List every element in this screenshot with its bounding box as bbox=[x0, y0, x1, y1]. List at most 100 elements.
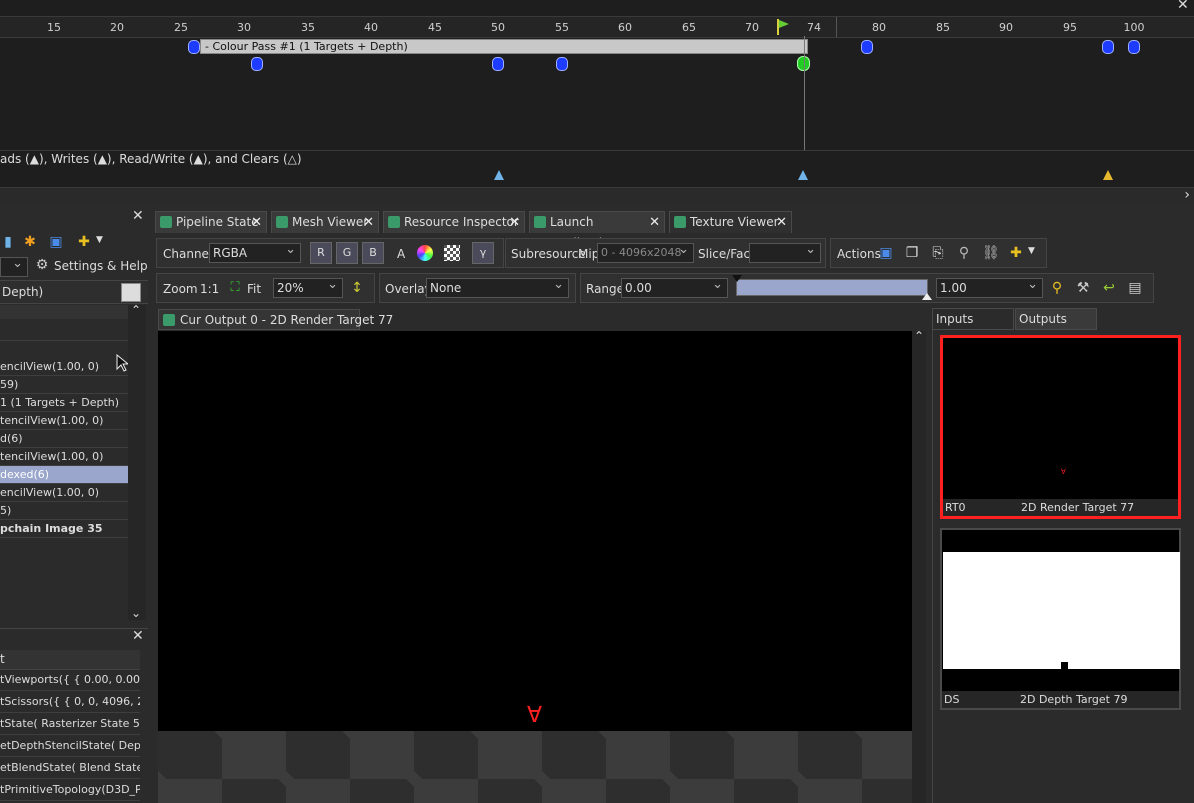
scroll-up-icon[interactable]: ⌃ bbox=[131, 303, 141, 317]
list-item[interactable]: 59) bbox=[0, 376, 128, 394]
extension-icon[interactable]: ✚ bbox=[76, 234, 92, 250]
list-item[interactable]: encilView(1.00, 0) bbox=[0, 484, 128, 502]
tab-pipeline-state[interactable]: Pipeline State ✕ bbox=[155, 211, 267, 233]
range-max-handle[interactable] bbox=[922, 293, 932, 300]
color-wheel-icon[interactable] bbox=[417, 245, 433, 261]
green-channel-toggle[interactable]: G bbox=[336, 242, 358, 264]
tab-inputs[interactable]: Inputs bbox=[932, 308, 1014, 330]
close-icon[interactable]: ✕ bbox=[509, 212, 520, 233]
list-item[interactable]: encilView(1.00, 0) bbox=[0, 358, 128, 376]
save-texture-icon[interactable]: ▣ bbox=[878, 245, 894, 261]
viewport-scrollbar[interactable]: ⌃ bbox=[912, 329, 926, 803]
event-list-scrollbar[interactable]: ⌃ ⌄ bbox=[128, 303, 146, 620]
ruler-tick: 45 bbox=[428, 21, 442, 34]
tab-texture-viewer[interactable]: Texture Viewer ✕ bbox=[669, 211, 792, 233]
timeline-ruler[interactable]: 15 20 25 30 35 40 45 50 55 60 65 70 74 8… bbox=[0, 16, 1194, 38]
tab-cur-output[interactable]: Cur Output 0 - 2D Render Target 77 bbox=[158, 309, 393, 330]
range-min-input[interactable]: 0.00 bbox=[621, 276, 728, 298]
gamma-toggle[interactable]: γ bbox=[472, 242, 494, 264]
gear-icon[interactable]: ⚙ bbox=[34, 257, 50, 273]
api-call-row[interactable]: etDepthStencilState( Depth-S bbox=[0, 735, 140, 757]
output-thumbnail-ds[interactable]: DS 2D Depth Target 79 bbox=[940, 528, 1181, 710]
write-marker-icon[interactable] bbox=[798, 170, 808, 180]
settings-help-button[interactable]: Settings & Help bbox=[54, 259, 148, 273]
columns-icon[interactable]: ▮ bbox=[0, 234, 16, 250]
filter-dropdown[interactable] bbox=[0, 255, 28, 277]
list-item[interactable]: 1 (1 Targets + Depth) bbox=[0, 394, 128, 412]
overlay-dropdown[interactable]: None bbox=[426, 276, 569, 298]
tab-mesh-viewer[interactable]: Mesh Viewer ✕ bbox=[271, 211, 379, 233]
event-list[interactable]: encilView(1.00, 0) 59) 1 (1 Targets + De… bbox=[0, 320, 128, 620]
flip-vertical-icon[interactable]: ↕ bbox=[349, 280, 365, 296]
edit-filter-icon[interactable] bbox=[121, 283, 141, 302]
tab-launch-application[interactable]: Launch Application✕ bbox=[529, 211, 665, 250]
zoom-range-icon[interactable]: ⚲ bbox=[1049, 280, 1065, 296]
api-inspector-close-icon[interactable]: ✕ bbox=[132, 628, 144, 644]
settings-burst-icon[interactable]: ✱ bbox=[22, 234, 38, 250]
subresource-label: Subresource bbox=[511, 247, 586, 261]
output-thumbnail-rt0[interactable]: ∀ RT0 2D Render Target 77 bbox=[940, 335, 1181, 519]
api-call-row[interactable]: tScissors({ { 0, 0, 4096, 2... bbox=[0, 691, 140, 713]
alpha-channel-toggle[interactable]: A bbox=[397, 247, 405, 261]
range-histogram-slider[interactable] bbox=[732, 275, 932, 300]
red-channel-toggle[interactable]: R bbox=[310, 242, 332, 264]
event-node[interactable] bbox=[861, 40, 873, 54]
list-item[interactable]: pchain Image 35 bbox=[0, 520, 128, 538]
api-call-row[interactable]: tState( Rasterizer State 5 bbox=[0, 713, 140, 735]
api-call-row[interactable]: etBlendState( Blend State 7 bbox=[0, 757, 140, 779]
event-node[interactable] bbox=[492, 57, 504, 71]
close-icon[interactable]: ✕ bbox=[649, 212, 660, 233]
timeline-scrollbar[interactable]: › bbox=[0, 187, 1194, 206]
read-write-marker-icon[interactable] bbox=[1103, 170, 1113, 180]
fit-button[interactable]: Fit bbox=[247, 282, 261, 296]
api-call-list[interactable]: tViewports({ { 0.00, 0.00,... tScissors(… bbox=[0, 652, 140, 803]
zoom-dropdown[interactable]: 20% bbox=[273, 276, 343, 298]
list-item[interactable]: 5) bbox=[0, 502, 128, 520]
range-min-handle[interactable] bbox=[732, 275, 742, 282]
scroll-up-icon[interactable]: ⌃ bbox=[914, 329, 924, 343]
channels-dropdown[interactable]: RGBA bbox=[209, 241, 301, 263]
binoculars-icon[interactable]: ⚲ bbox=[956, 245, 972, 261]
chevron-down-icon[interactable]: ▼ bbox=[96, 235, 103, 245]
extension-icon[interactable]: ✚ bbox=[1008, 245, 1024, 261]
blue-channel-toggle[interactable]: B bbox=[362, 242, 384, 264]
colour-pass-marker[interactable]: - Colour Pass #1 (1 Targets + Depth) bbox=[200, 39, 808, 54]
slice-face-dropdown[interactable] bbox=[749, 241, 821, 263]
auto-fit-wand-icon[interactable]: ⚒ bbox=[1075, 280, 1091, 296]
event-browser-close-icon[interactable]: ✕ bbox=[132, 208, 144, 224]
event-node[interactable] bbox=[251, 57, 263, 71]
close-icon[interactable]: ✕ bbox=[363, 212, 374, 233]
list-item[interactable]: tencilView(1.00, 0) bbox=[0, 412, 128, 430]
copy-icon[interactable]: ❐ bbox=[904, 245, 920, 261]
texture-viewport[interactable] bbox=[158, 331, 912, 731]
open-new-icon[interactable]: ⎘ bbox=[930, 245, 946, 261]
tab-outputs[interactable]: Outputs bbox=[1015, 308, 1097, 330]
scroll-down-icon[interactable]: ⌄ bbox=[131, 606, 141, 620]
ruler-tick: 55 bbox=[555, 21, 569, 34]
zoom-1to1-button[interactable]: 1:1 bbox=[200, 282, 219, 296]
mip-dropdown[interactable]: 0 - 4096x2048 bbox=[597, 241, 694, 263]
save-icon[interactable]: ▣ bbox=[48, 234, 64, 250]
range-max-input[interactable]: 1.00 bbox=[936, 276, 1043, 298]
write-marker-icon[interactable] bbox=[494, 170, 504, 180]
list-item[interactable]: d(6) bbox=[0, 430, 128, 448]
close-icon[interactable]: ✕ bbox=[251, 212, 262, 233]
chevron-down-icon[interactable]: ▼ bbox=[1028, 246, 1035, 256]
list-item[interactable]: tencilView(1.00, 0) bbox=[0, 448, 128, 466]
reset-range-icon[interactable]: ↩ bbox=[1101, 280, 1117, 296]
api-call-row[interactable]: tViewports({ { 0.00, 0.00,... bbox=[0, 669, 140, 691]
chevron-right-icon[interactable]: › bbox=[1184, 187, 1190, 203]
event-node[interactable] bbox=[188, 40, 200, 54]
event-node[interactable] bbox=[1128, 40, 1140, 54]
event-node[interactable] bbox=[556, 57, 568, 71]
subresource-toolbar: Subresource Mip 0 - 4096x2048 Slice/Face bbox=[505, 238, 826, 268]
list-item-selected[interactable]: dexed(6) bbox=[0, 466, 128, 484]
link-icon[interactable]: ⛓ bbox=[982, 245, 1000, 261]
close-icon[interactable]: ✕ bbox=[776, 212, 787, 233]
tab-resource-inspector[interactable]: Resource Inspector ✕ bbox=[383, 211, 525, 233]
checkerboard-icon[interactable] bbox=[444, 245, 460, 261]
timeline-close-icon[interactable]: ✕ bbox=[1177, 0, 1189, 13]
histogram-icon[interactable]: ▤ bbox=[1127, 280, 1143, 296]
event-node[interactable] bbox=[1102, 40, 1114, 54]
api-call-row[interactable]: tPrimitiveTopology(D3D_P... bbox=[0, 779, 140, 801]
